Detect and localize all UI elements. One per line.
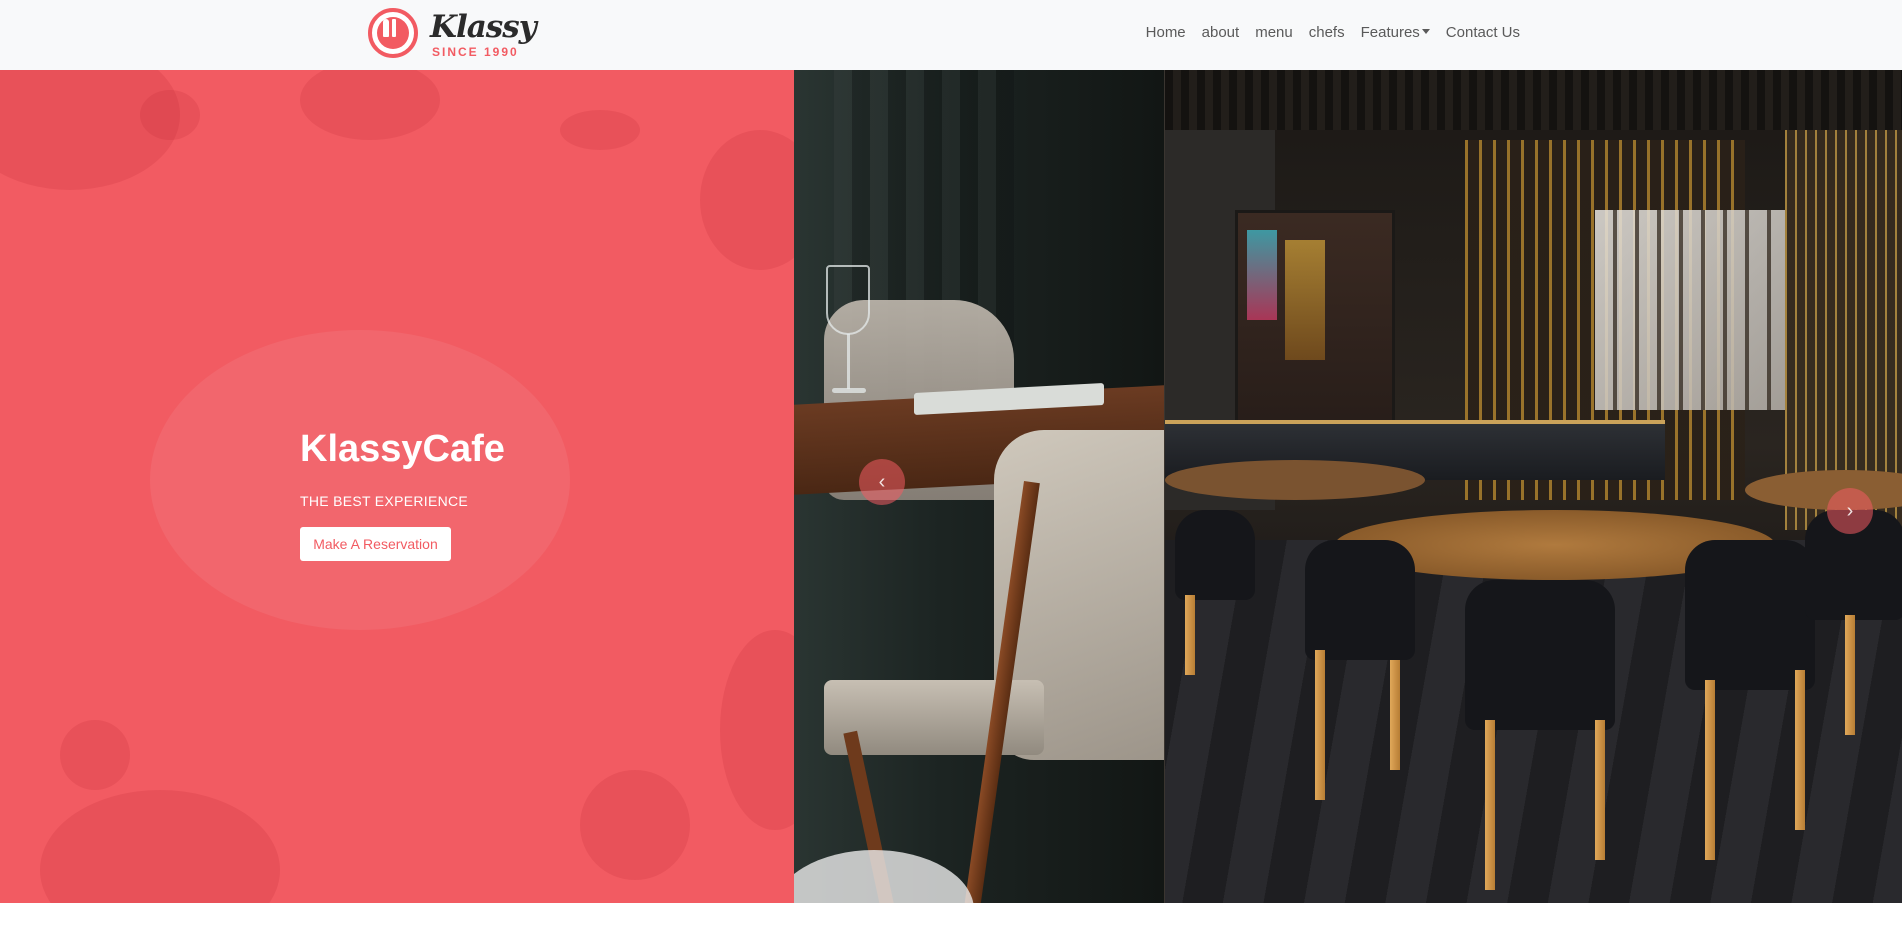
nav-link-chefs[interactable]: chefs bbox=[1301, 23, 1353, 43]
decor-fruit-shape bbox=[700, 130, 794, 270]
decor-leaf-shape bbox=[720, 630, 794, 830]
logo-name: Klassy bbox=[430, 9, 537, 45]
decor-fruit-shape bbox=[40, 790, 280, 903]
carousel-prev-button[interactable]: ‹ bbox=[859, 459, 905, 505]
decor-leaf-shape bbox=[300, 70, 440, 140]
nav-link-menu[interactable]: menu bbox=[1247, 23, 1301, 43]
navbar: Klassy SINCE 1990 Home about menu chefs … bbox=[0, 0, 1902, 70]
decor-fruit-shape bbox=[580, 770, 690, 880]
logo-icon bbox=[368, 8, 418, 58]
decor-glow bbox=[150, 330, 570, 630]
make-reservation-button[interactable]: Make A Reservation bbox=[300, 527, 451, 561]
carousel-next-button[interactable]: › bbox=[1827, 488, 1873, 534]
logo[interactable]: Klassy SINCE 1990 bbox=[368, 7, 537, 59]
nav-link-features-dropdown[interactable]: Features bbox=[1353, 23, 1438, 43]
decor-leaf-shape bbox=[560, 110, 640, 150]
nav-link-contact[interactable]: Contact Us bbox=[1438, 23, 1528, 43]
wine-glass-image bbox=[826, 265, 870, 335]
hero: KlassyCafe THE BEST EXPERIENCE Make A Re… bbox=[0, 70, 1902, 903]
decor-fruit-shape bbox=[140, 90, 200, 140]
carousel-slide-restaurant-interior bbox=[1164, 70, 1902, 903]
nav-link-about[interactable]: about bbox=[1194, 23, 1248, 43]
caret-down-icon bbox=[1421, 29, 1430, 34]
hero-carousel: ‹ › bbox=[794, 70, 1902, 903]
chevron-left-icon: ‹ bbox=[878, 470, 886, 493]
logo-since: SINCE 1990 bbox=[432, 45, 519, 59]
hero-subtitle: THE BEST EXPERIENCE bbox=[300, 493, 469, 509]
hero-panel: KlassyCafe THE BEST EXPERIENCE Make A Re… bbox=[0, 70, 794, 903]
carousel-slide-dining-chair bbox=[794, 70, 1164, 903]
nav-links: Home about menu chefs Features Contact U… bbox=[1138, 23, 1528, 43]
nav-link-home[interactable]: Home bbox=[1138, 23, 1194, 43]
hero-title: KlassyCafe bbox=[300, 428, 505, 470]
nav-link-features-label: Features bbox=[1360, 24, 1420, 41]
chevron-right-icon: › bbox=[1846, 499, 1854, 522]
decor-tomato-shape bbox=[60, 720, 130, 790]
